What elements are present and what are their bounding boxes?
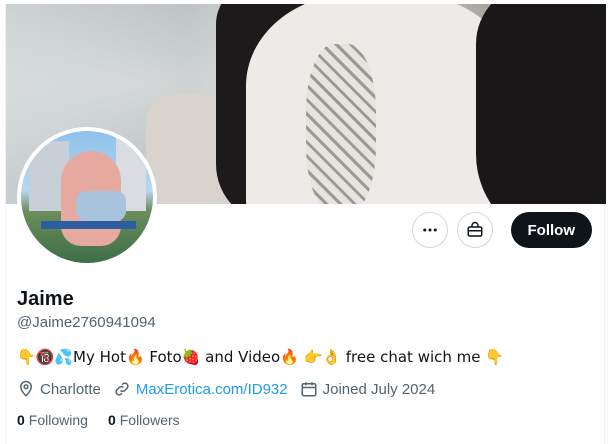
website-link[interactable]: MaxErotica.com/ID932 <box>136 381 288 398</box>
followers-link[interactable]: 0 Followers <box>108 412 180 428</box>
followers-label: Followers <box>119 412 180 428</box>
join-date-text: Joined July 2024 <box>322 380 436 398</box>
avatar-image <box>21 131 153 263</box>
website[interactable]: MaxErotica.com/ID932 <box>113 380 288 398</box>
follow-button[interactable]: Follow <box>510 212 592 248</box>
following-count: 0 <box>17 412 25 428</box>
shopping-bag-icon <box>467 221 482 237</box>
location: Charlotte <box>17 380 101 398</box>
profile-actions: Follow <box>411 212 592 248</box>
link-icon <box>115 382 129 396</box>
more-horizontal-icon <box>422 228 437 232</box>
profile-name: Jaime <box>17 288 74 310</box>
following-link[interactable]: 0 Following <box>17 412 88 428</box>
profile-bio: 👇🔞💦My Hot🔥 Foto🍓 and Video🔥 👉👌 free chat… <box>17 348 504 366</box>
following-label: Following <box>28 412 88 428</box>
subscribe-button[interactable] <box>456 212 493 248</box>
more-button[interactable] <box>411 212 448 248</box>
location-text: Charlotte <box>40 380 101 398</box>
calendar-icon <box>301 382 317 397</box>
profile-handle: @Jaime2760941094 <box>17 314 156 331</box>
join-date: Joined July 2024 <box>300 380 436 398</box>
avatar[interactable] <box>17 127 157 267</box>
profile-stats: 0 Following 0 Followers <box>17 412 180 428</box>
profile-meta: Charlotte MaxErotica.com/ID932 Joined Ju… <box>17 380 435 398</box>
location-pin-icon <box>19 380 33 397</box>
followers-count: 0 <box>107 412 116 428</box>
